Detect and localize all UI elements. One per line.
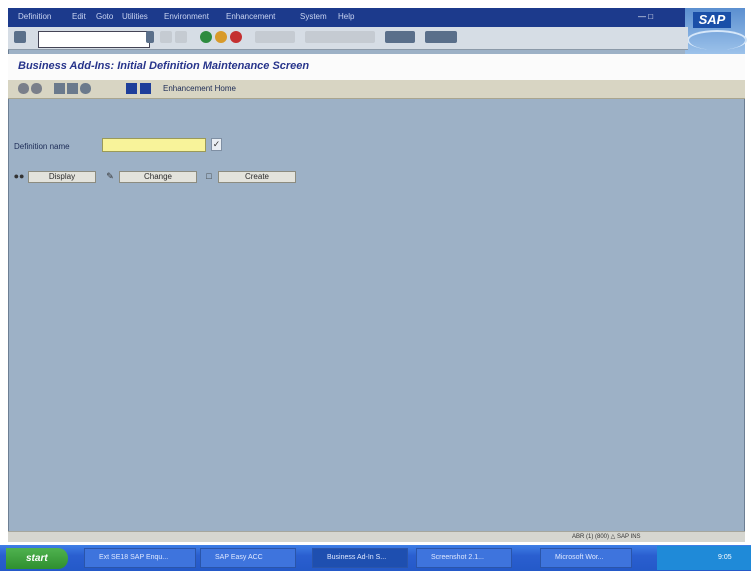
create-document-icon: □ xyxy=(206,171,212,181)
enter-icon[interactable] xyxy=(14,31,26,43)
change-object-icon[interactable] xyxy=(31,83,42,94)
rename-icon[interactable] xyxy=(67,83,78,94)
menu-system[interactable]: System xyxy=(300,12,327,21)
cancel-icon[interactable] xyxy=(230,31,242,43)
back-icon[interactable] xyxy=(200,31,212,43)
help-layout-icons[interactable] xyxy=(425,31,457,43)
enhancement-home-button[interactable]: Enhancement Home xyxy=(163,84,236,93)
command-field[interactable] xyxy=(38,31,150,48)
save-icon[interactable] xyxy=(160,31,172,43)
system-tray xyxy=(657,546,751,570)
disabled-icon xyxy=(175,31,187,43)
taskbar-item[interactable]: Microsoft Wor... xyxy=(540,548,632,568)
start-button[interactable]: start xyxy=(6,548,68,569)
system-info: ABR (1) (800) △ SAP INS xyxy=(572,534,641,540)
documentation-icon[interactable] xyxy=(126,83,137,94)
taskbar-item[interactable]: Screenshot 2.1... xyxy=(416,548,512,568)
display-button[interactable]: Display xyxy=(28,171,96,183)
display-glasses-icon: ●● xyxy=(13,171,25,181)
menu-goto[interactable]: Goto xyxy=(96,12,113,21)
tray-clock: 9:05 xyxy=(718,554,732,561)
command-dropdown-icon[interactable] xyxy=(146,31,154,43)
menu-bar: Definition Edit Goto Utilities Environme… xyxy=(8,8,745,27)
change-button[interactable]: Change xyxy=(119,171,197,183)
menu-help[interactable]: Help xyxy=(338,12,354,21)
menu-environment[interactable]: Environment xyxy=(164,12,209,21)
enhancement-info-icon[interactable] xyxy=(140,83,151,94)
menu-enhancement[interactable]: Enhancement xyxy=(226,12,275,21)
page-title: Business Add-Ins: Initial Definition Mai… xyxy=(18,60,310,72)
definition-name-field[interactable] xyxy=(102,138,206,152)
print-find-icons xyxy=(255,31,295,43)
where-used-icon[interactable] xyxy=(80,83,91,94)
menu-edit[interactable]: Edit xyxy=(72,12,86,21)
menu-utilities[interactable]: Utilities xyxy=(122,12,148,21)
copy-icon[interactable] xyxy=(54,83,65,94)
taskbar-item-active[interactable]: Business Ad-In S... xyxy=(312,548,408,568)
sap-logo-area: SAP xyxy=(685,8,747,54)
page-navigation-icons xyxy=(305,31,375,43)
change-pencil-icon: ✎ xyxy=(106,171,114,181)
menu-definition[interactable]: Definition xyxy=(18,12,51,21)
taskbar-item[interactable]: Ext SE18 SAP Enqu... xyxy=(84,548,196,568)
sap-logo: SAP xyxy=(693,12,731,28)
window-controls[interactable]: — □ xyxy=(638,12,653,21)
definition-name-label: Definition name xyxy=(14,142,70,151)
exit-icon[interactable] xyxy=(215,31,227,43)
taskbar-item[interactable]: SAP Easy ACC xyxy=(200,548,296,568)
sap-swoosh-graphic xyxy=(687,30,747,50)
create-button[interactable]: Create xyxy=(218,171,296,183)
value-help-button[interactable]: ✓ xyxy=(211,138,222,151)
application-toolbar xyxy=(8,80,745,99)
session-icons[interactable] xyxy=(385,31,415,43)
display-object-icon[interactable] xyxy=(18,83,29,94)
